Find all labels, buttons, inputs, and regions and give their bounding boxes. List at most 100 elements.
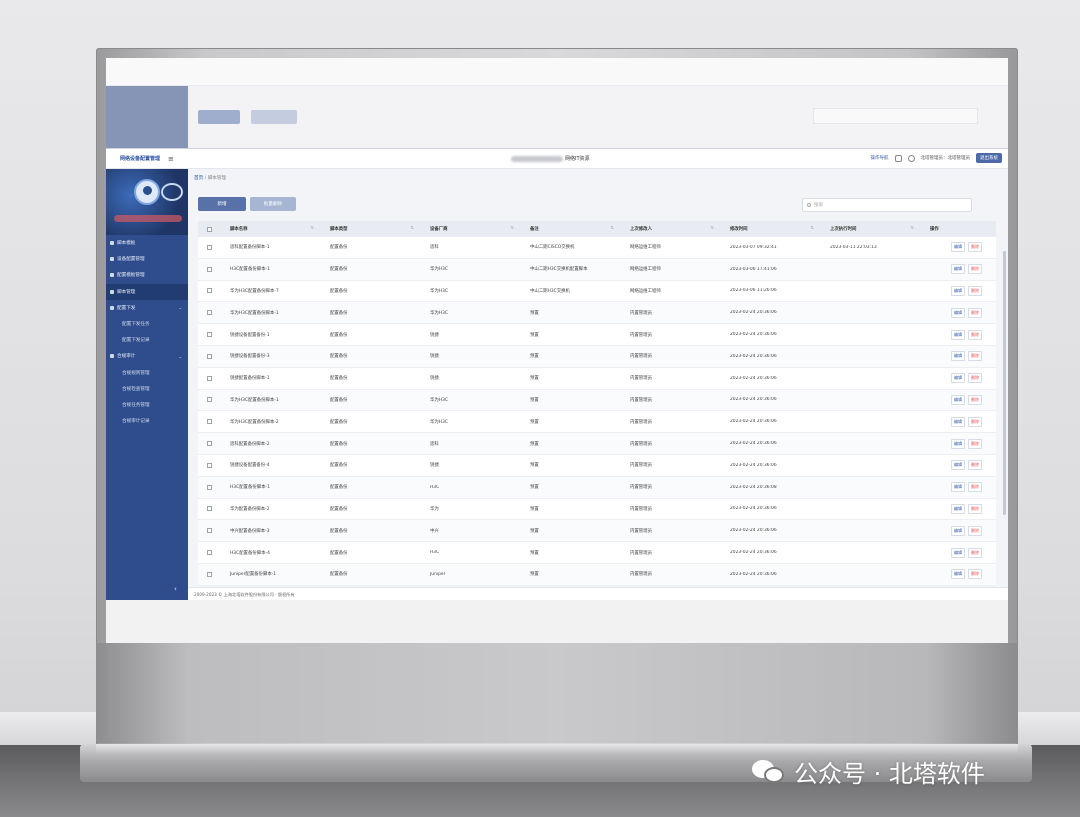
col-header[interactable]: 脚本类型 ⇅ bbox=[320, 226, 420, 232]
row-checkbox[interactable] bbox=[198, 462, 220, 468]
search-input[interactable]: 搜索 bbox=[802, 198, 972, 212]
row-checkbox[interactable] bbox=[198, 353, 220, 359]
batch-delete-button[interactable]: 批量删除 bbox=[250, 197, 296, 211]
table-row[interactable]: H3C配置备份脚本-1 配置备份 华为H3C 中山二期H3C交换机配置脚本 网络运维工程… bbox=[198, 258, 996, 281]
row-checkbox[interactable] bbox=[198, 550, 220, 556]
table-row[interactable]: 华为H3C配置备份脚本-1 配置备份 华为H3C 预置 内置管理员 2023-02-24 … bbox=[198, 302, 996, 325]
delete-button[interactable]: 删除 bbox=[968, 285, 982, 296]
col-header[interactable]: 设备厂商 ⇅ bbox=[420, 226, 520, 232]
user-info[interactable]: 北塔管理员：北塔管理员 bbox=[921, 155, 971, 161]
delete-button[interactable]: 删除 bbox=[968, 460, 982, 471]
delete-button[interactable]: 删除 bbox=[968, 373, 982, 384]
table-row[interactable]: 锐捷配置备份脚本-1 配置备份 锐捷 预置 内置管理员 2023-02-24 20:36:… bbox=[198, 367, 996, 390]
delete-button[interactable]: 删除 bbox=[968, 525, 982, 536]
edit-button[interactable]: 编辑 bbox=[951, 242, 965, 253]
add-button[interactable]: 新增 bbox=[198, 197, 246, 211]
edit-button[interactable]: 编辑 bbox=[951, 569, 965, 580]
delete-button[interactable]: 删除 bbox=[968, 307, 982, 318]
sort-icon[interactable]: ⇅ bbox=[710, 226, 714, 231]
delete-button[interactable]: 删除 bbox=[968, 351, 982, 362]
edit-button[interactable]: 编辑 bbox=[951, 329, 965, 340]
table-row[interactable]: H3C配置备份脚本-1 配置备份 H3C 预置 内置管理员 2023-02-24 20:3… bbox=[198, 476, 996, 499]
table-row[interactable]: 华为H3C配置备份脚本-1 配置备份 华为H3C 预置 内置管理员 2023-02-24 … bbox=[198, 389, 996, 412]
collapse-sidebar-icon[interactable]: ‹ bbox=[174, 585, 177, 593]
table-row[interactable]: 锐捷设备配置备份-3 配置备份 锐捷 预置 内置管理员 2023-02-24 20:36:… bbox=[198, 345, 996, 368]
table-scrollbar[interactable] bbox=[1003, 251, 1006, 515]
row-checkbox[interactable] bbox=[198, 506, 220, 512]
avatar[interactable] bbox=[134, 179, 160, 205]
col-header[interactable]: 脚本名称 ⇅ bbox=[220, 226, 320, 232]
delete-button[interactable]: 删除 bbox=[968, 503, 982, 514]
edit-button[interactable]: 编辑 bbox=[951, 394, 965, 405]
edit-button[interactable]: 编辑 bbox=[951, 460, 965, 471]
row-checkbox[interactable] bbox=[198, 397, 220, 403]
delete-button[interactable]: 删除 bbox=[968, 547, 982, 558]
row-checkbox[interactable] bbox=[198, 375, 220, 381]
row-checkbox[interactable] bbox=[198, 310, 220, 316]
delete-button[interactable]: 删除 bbox=[968, 394, 982, 405]
delete-button[interactable]: 删除 bbox=[968, 264, 982, 275]
table-row[interactable]: 锐捷设备配置备份-4 配置备份 锐捷 预置 内置管理员 2023-02-24 20:36:… bbox=[198, 454, 996, 477]
nav-guide-link[interactable]: 操作导航 bbox=[871, 155, 889, 161]
sidebar-item[interactable]: 配置下发记录 bbox=[106, 332, 188, 348]
table-row[interactable]: 华为H3C配置备份脚本-2 配置备份 华为H3C 预置 内置管理员 2023-02-24 … bbox=[198, 411, 996, 434]
edit-button[interactable]: 编辑 bbox=[951, 285, 965, 296]
table-row[interactable]: Juniper配置备份脚本-1 配置备份 Juniper 预置 内置管理员 2023-02… bbox=[198, 563, 996, 586]
edit-button[interactable]: 编辑 bbox=[951, 373, 965, 384]
sidebar-item[interactable]: 配置下发 ⌄ bbox=[106, 300, 188, 316]
row-checkbox[interactable] bbox=[198, 441, 220, 447]
sort-icon[interactable]: ⇅ bbox=[610, 226, 614, 231]
sort-icon[interactable]: ⇅ bbox=[810, 226, 814, 231]
col-header[interactable]: 上次修改人 ⇅ bbox=[620, 226, 720, 232]
edit-button[interactable]: 编辑 bbox=[951, 438, 965, 449]
hamburger-icon[interactable]: ≡ bbox=[168, 155, 186, 163]
edit-button[interactable]: 编辑 bbox=[951, 351, 965, 362]
delete-button[interactable]: 删除 bbox=[968, 242, 982, 253]
row-checkbox[interactable] bbox=[198, 528, 220, 534]
row-checkbox[interactable] bbox=[198, 419, 220, 425]
row-checkbox[interactable] bbox=[198, 332, 220, 338]
edit-button[interactable]: 编辑 bbox=[951, 307, 965, 318]
sidebar-item[interactable]: 配置下发任务 bbox=[106, 316, 188, 332]
chevron-down-icon[interactable]: ⌄ bbox=[179, 305, 182, 310]
exit-button[interactable]: 退出系统 bbox=[976, 153, 1002, 163]
sidebar-item[interactable]: 合规审计记录 bbox=[106, 413, 188, 429]
delete-button[interactable]: 删除 bbox=[968, 416, 982, 427]
sort-icon[interactable]: ⇅ bbox=[310, 226, 314, 231]
sidebar-item[interactable]: 脚本模板 bbox=[106, 235, 188, 251]
row-checkbox[interactable] bbox=[198, 571, 220, 577]
table-row[interactable]: 中兴配置备份脚本-3 配置备份 中兴 预置 内置管理员 2023-02-24 20:36:… bbox=[198, 520, 996, 543]
table-row[interactable]: 思科配置备份脚本-1 配置备份 思科 中山二期CISCO交换机 网络运维工程师 2023-… bbox=[198, 237, 996, 259]
row-checkbox[interactable] bbox=[198, 484, 220, 490]
settings-icon[interactable] bbox=[907, 154, 915, 162]
edit-button[interactable]: 编辑 bbox=[951, 482, 965, 493]
row-checkbox[interactable] bbox=[198, 266, 220, 272]
row-checkbox[interactable] bbox=[198, 288, 220, 294]
col-header[interactable]: 备注 ⇅ bbox=[520, 226, 620, 232]
table-row[interactable]: 思科配置备份脚本-2 配置备份 思科 预置 内置管理员 2023-02-24 20:36:… bbox=[198, 433, 996, 455]
edit-button[interactable]: 编辑 bbox=[951, 416, 965, 427]
sort-icon[interactable]: ⇅ bbox=[910, 226, 914, 231]
table-row[interactable]: 华为H3C配置备份脚本-7 配置备份 华为H3C 中山二期H3C交换机 网络运维工程师 2… bbox=[198, 280, 996, 303]
delete-button[interactable]: 删除 bbox=[968, 329, 982, 340]
sort-icon[interactable]: ⇅ bbox=[410, 226, 414, 231]
sidebar-item[interactable]: 合规任务管理 bbox=[106, 397, 188, 413]
delete-button[interactable]: 删除 bbox=[968, 482, 982, 493]
edit-button[interactable]: 编辑 bbox=[951, 264, 965, 275]
sort-icon[interactable]: ⇅ bbox=[510, 226, 514, 231]
delete-button[interactable]: 删除 bbox=[968, 569, 982, 580]
table-row[interactable]: 锐捷设备配置备份-1 配置备份 锐捷 预置 内置管理员 2023-02-24 20:36:… bbox=[198, 324, 996, 346]
col-header[interactable]: 修改时间 ⇅ bbox=[720, 226, 820, 232]
breadcrumb-home[interactable]: 首页 bbox=[194, 176, 203, 181]
edit-button[interactable]: 编辑 bbox=[951, 525, 965, 536]
sidebar-item[interactable]: 设备配置管理 bbox=[106, 251, 188, 267]
table-row[interactable]: 华为配置备份脚本-2 配置备份 华为 预置 内置管理员 2023-02-24 20:36:… bbox=[198, 498, 996, 521]
sidebar-item[interactable]: 合规审计 ⌄ bbox=[106, 348, 188, 364]
message-icon[interactable] bbox=[894, 154, 902, 162]
select-all-checkbox[interactable] bbox=[198, 226, 220, 232]
sidebar-item[interactable]: 合规检查管理 bbox=[106, 381, 188, 397]
edit-button[interactable]: 编辑 bbox=[951, 503, 965, 514]
sidebar-item[interactable]: 脚本管理 bbox=[106, 283, 188, 300]
sidebar-item[interactable]: 合规规则管理 bbox=[106, 365, 188, 381]
delete-button[interactable]: 删除 bbox=[968, 438, 982, 449]
